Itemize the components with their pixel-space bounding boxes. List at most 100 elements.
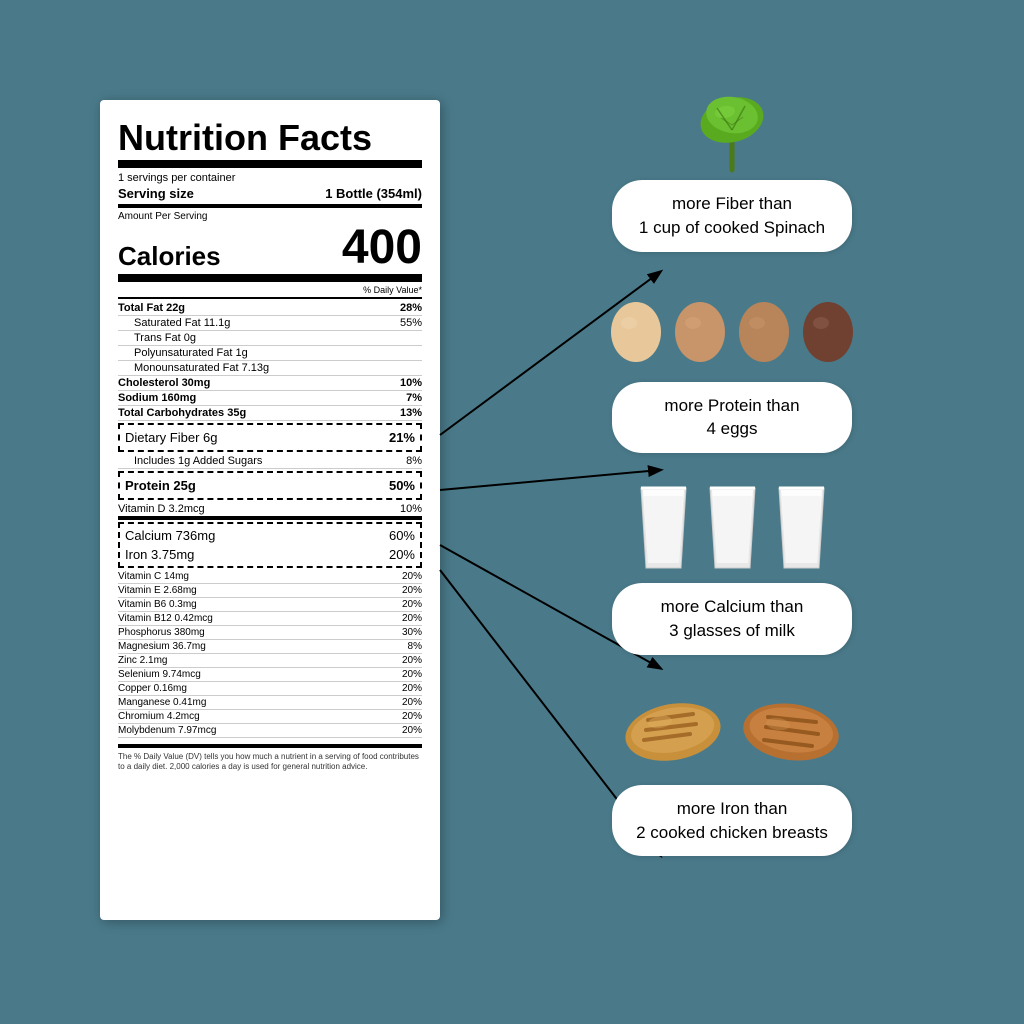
nutrient-value: 10% <box>400 377 422 389</box>
milk-glass-2-icon <box>700 478 765 578</box>
add-nutrient-label: Molybdenum 7.97mcg <box>118 725 216 736</box>
additional-nutrient-row: Zinc 2.1mg20% <box>118 654 422 668</box>
protein-highlight: Protein 25g 50% <box>118 471 422 500</box>
add-nutrient-label: Vitamin B6 0.3mg <box>118 599 197 610</box>
dietary-fiber-highlight: Dietary Fiber 6g 21% <box>118 423 422 452</box>
calcium-iron-box: Calcium 736mg 60% Iron 3.75mg 20% <box>118 522 422 568</box>
add-nutrient-value: 20% <box>402 655 422 666</box>
calcium-text-line2: 3 glasses of milk <box>669 621 795 640</box>
calcium-label-box: more Calcium than 3 glasses of milk <box>612 583 852 655</box>
fiber-text-line1: more Fiber than <box>672 194 792 213</box>
protein-row: Protein 25g 50% <box>125 476 415 495</box>
calories-label: Calories <box>118 241 221 272</box>
add-nutrient-value: 20% <box>402 585 422 596</box>
add-nutrient-label: Manganese 0.41mg <box>118 697 206 708</box>
additional-nutrient-row: Selenium 9.74mcg20% <box>118 668 422 682</box>
chicken-image <box>622 665 842 795</box>
dietary-fiber-row: Dietary Fiber 6g 21% <box>125 428 415 447</box>
additional-nutrient-row: Copper 0.16mg20% <box>118 682 422 696</box>
add-nutrient-value: 30% <box>402 627 422 638</box>
add-nutrient-value: 8% <box>408 641 422 652</box>
iron-text-line2: 2 cooked chicken breasts <box>636 823 828 842</box>
nutrient-label: Sodium 160mg <box>118 392 196 404</box>
nutrient-label: Total Carbohydrates 35g <box>118 407 246 419</box>
calcium-comparison: more Calcium than 3 glasses of milk <box>470 463 994 655</box>
nutrient-value: 7% <box>406 392 422 404</box>
daily-value-header: % Daily Value* <box>118 285 422 299</box>
chicken-breast-1-icon <box>618 692 728 767</box>
additional-nutrient-row: Vitamin E 2.68mg 20% <box>118 584 422 598</box>
additional-nutrients: Vitamin C 14mg20%Vitamin E 2.68mg20%Vita… <box>118 570 422 738</box>
protein-comparison: more Protein than 4 eggs <box>470 262 994 454</box>
protein-label-box: more Protein than 4 eggs <box>612 382 852 454</box>
additional-nutrient-row: Manganese 0.41mg 20% <box>118 696 422 710</box>
nutrient-value: 13% <box>400 407 422 419</box>
calories-value: 400 <box>342 224 422 272</box>
nutrient-label: Total Fat 22g <box>118 302 185 314</box>
add-nutrient-value: 20% <box>402 613 422 624</box>
main-nutrients: Total Fat 22g 28% Saturated Fat 11.1g55%Tr… <box>118 301 422 421</box>
calcium-label: Calcium 736mg <box>125 528 215 543</box>
main-container: Nutrition Facts 1 servings per container… <box>0 0 1024 1024</box>
add-nutrient-value: 20% <box>402 669 422 680</box>
calcium-value: 60% <box>389 528 415 543</box>
additional-nutrient-row: Vitamin C 14mg 20% <box>118 570 422 584</box>
egg-2-icon <box>669 287 731 367</box>
nutrient-label: Polyunsaturated Fat 1g <box>134 347 248 359</box>
nutrition-panel: Nutrition Facts 1 servings per container… <box>100 100 440 920</box>
nutrient-row: Total Fat 22g 28% <box>118 301 422 316</box>
milk-glasses-container <box>631 478 834 578</box>
add-nutrient-value: 20% <box>402 711 422 722</box>
nutrient-row: Sodium 160mg 7% <box>118 391 422 406</box>
added-sugars-value: 8% <box>406 455 422 467</box>
fiber-text-line2: 1 cup of cooked Spinach <box>639 218 825 237</box>
additional-nutrient-row: Vitamin B12 0.42mcg20% <box>118 612 422 626</box>
serving-size-row: Serving size 1 Bottle (354ml) <box>118 186 422 208</box>
added-sugars-label: Includes 1g Added Sugars <box>134 455 262 467</box>
add-nutrient-value: 20% <box>402 697 422 708</box>
egg-1-icon <box>605 287 667 367</box>
iron-row: Iron 3.75mg 20% <box>125 545 415 564</box>
dietary-fiber-label: Dietary Fiber 6g <box>125 430 217 445</box>
spinach-image <box>622 60 842 190</box>
added-sugars-row: Includes 1g Added Sugars 8% <box>118 454 422 469</box>
add-nutrient-value: 20% <box>402 571 422 582</box>
vitamin-d-value: 10% <box>400 503 422 515</box>
protein-text-line2: 4 eggs <box>706 419 757 438</box>
protein-label: Protein 25g <box>125 478 196 493</box>
nutrition-title: Nutrition Facts <box>118 120 422 168</box>
nutrient-value: 55% <box>400 317 422 329</box>
nutrient-row: Cholesterol 30mg 10% <box>118 376 422 391</box>
chicken-breast-2-icon <box>736 692 846 767</box>
iron-label: Iron 3.75mg <box>125 547 194 562</box>
egg-3-icon <box>733 287 795 367</box>
nutrient-value: 28% <box>400 302 422 314</box>
add-nutrient-label: Vitamin C 14mg <box>118 571 189 582</box>
calcium-text-line1: more Calcium than <box>661 597 804 616</box>
serving-size-value: 1 Bottle (354ml) <box>325 186 422 201</box>
nutrient-label: Cholesterol 30mg <box>118 377 210 389</box>
iron-label-box: more Iron than 2 cooked chicken breasts <box>612 785 852 857</box>
nutrient-row: Saturated Fat 11.1g55% <box>118 316 422 331</box>
iron-comparison: more Iron than 2 cooked chicken breasts <box>470 665 994 857</box>
calories-row: Calories 400 <box>118 224 422 282</box>
add-nutrient-value: 20% <box>402 599 422 610</box>
eggs-container <box>605 287 859 367</box>
footnote: The % Daily Value (DV) tells you how muc… <box>118 744 422 773</box>
iron-value: 20% <box>389 547 415 562</box>
additional-nutrient-row: Molybdenum 7.97mcg 20% <box>118 724 422 738</box>
milk-image <box>622 463 842 593</box>
nutrient-row: Total Carbohydrates 35g 13% <box>118 406 422 421</box>
add-nutrient-label: Vitamin E 2.68mg <box>118 585 197 596</box>
vitamin-d-label: Vitamin D 3.2mcg <box>118 503 205 515</box>
nutrient-row: Monounsaturated Fat 7.13g <box>118 361 422 376</box>
protein-text-line1: more Protein than <box>664 396 799 415</box>
additional-nutrient-row: Chromium 4.2mcg20% <box>118 710 422 724</box>
nutrient-label: Monounsaturated Fat 7.13g <box>134 362 269 374</box>
spinach-icon <box>677 70 787 180</box>
nutrient-label: Trans Fat 0g <box>134 332 196 344</box>
milk-glass-3-icon <box>769 478 834 578</box>
add-nutrient-value: 20% <box>402 725 422 736</box>
milk-glass-1-icon <box>631 478 696 578</box>
fiber-comparison: more Fiber than 1 cup of cooked Spinach <box>470 60 994 252</box>
